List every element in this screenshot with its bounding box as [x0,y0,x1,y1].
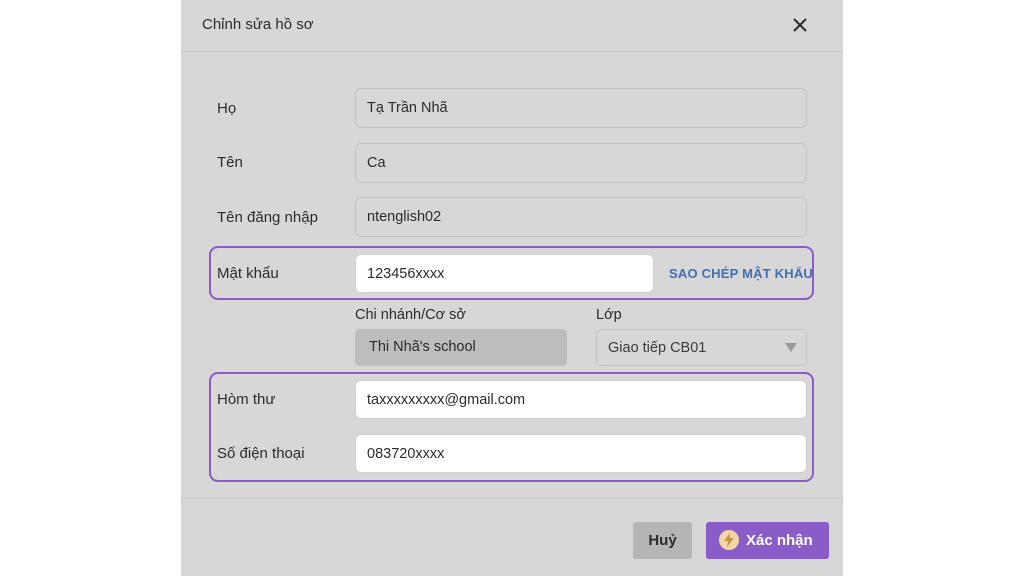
password-field[interactable]: 123456xxxx [355,254,654,293]
email-field[interactable]: taxxxxxxxxx@gmail.com [355,380,807,419]
branch-label: Chi nhánh/Cơ sở [355,307,466,323]
first-name-label: Tên [217,154,243,171]
first-name-field[interactable]: Ca [355,143,807,183]
bolt-icon [719,530,739,550]
phone-label: Số điện thoại [217,445,305,462]
last-name-label: Họ [217,100,237,117]
username-label: Tên đăng nhập [217,209,318,226]
caret-down-icon [785,343,797,352]
close-button[interactable] [791,16,809,34]
branch-field: Thi Nhã's school [355,329,567,366]
cancel-button[interactable]: Huỷ [633,522,692,559]
footer-divider [181,498,843,499]
confirm-label: Xác nhận [746,532,813,549]
username-field[interactable]: ntenglish02 [355,197,807,237]
email-label: Hòm thư [217,391,276,408]
dialog-header: Chỉnh sửa hồ sơ [181,0,843,52]
dialog-title: Chỉnh sửa hồ sơ [202,16,314,33]
class-select[interactable]: Giao tiếp CB01 [596,329,807,366]
password-label: Mật khẩu [217,265,279,282]
class-value: Giao tiếp CB01 [608,340,707,356]
phone-field[interactable]: 083720xxxx [355,434,807,473]
confirm-button[interactable]: Xác nhận [706,522,829,559]
copy-password-link[interactable]: SAO CHÉP MẬT KHẨU [669,266,813,281]
close-icon [793,18,807,32]
last-name-field[interactable]: Tạ Trần Nhã [355,88,807,128]
class-label: Lớp [596,307,622,323]
branch-value: Thi Nhã's school [369,339,476,355]
edit-profile-dialog: Chỉnh sửa hồ sơ Họ Tạ Trần Nhã Tên Ca Tê… [181,0,843,576]
